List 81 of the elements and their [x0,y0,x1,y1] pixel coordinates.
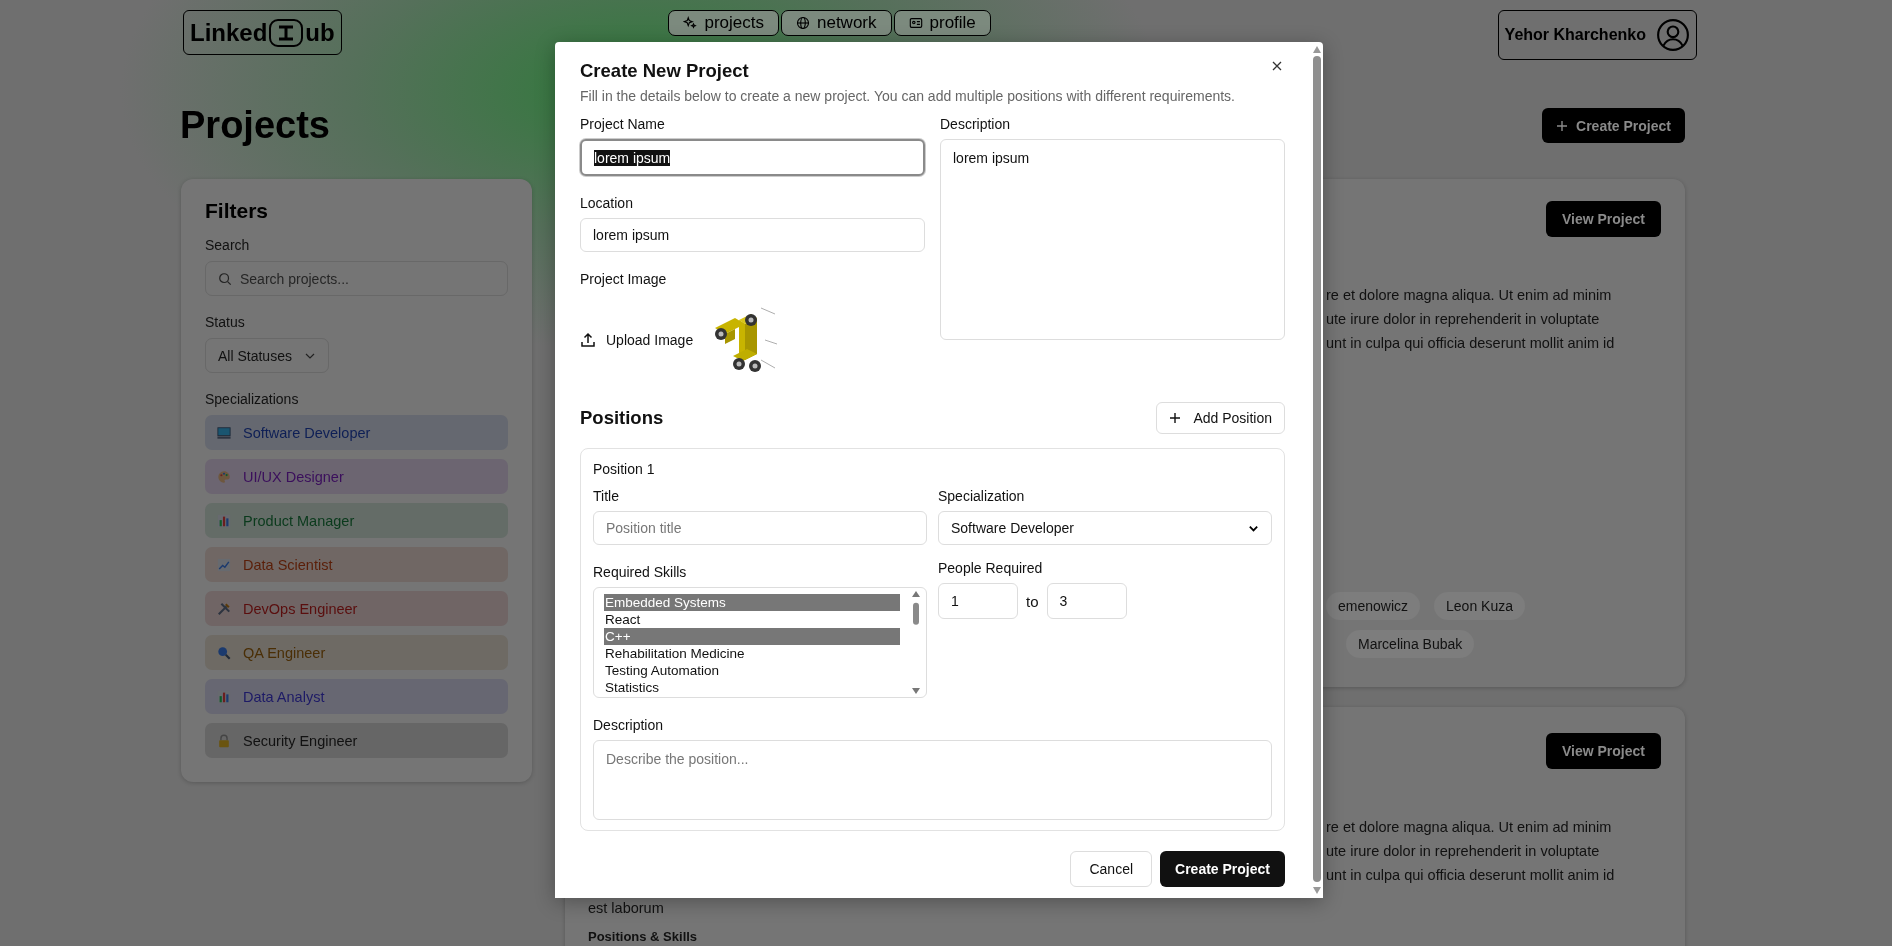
filters-title: Filters [205,199,270,223]
member-tag: emenowicz [1326,592,1421,620]
description-text: unt in culpa qui officia deserunt mollit anim id [1326,866,1616,885]
project-name-label: Project Name [580,116,666,132]
monitor-icon [217,425,231,440]
logo-text: ub [305,18,335,47]
specialization-label: Data Scientist [243,556,333,573]
title-label: Title [593,488,620,504]
dialog-title: Create New Project [580,60,749,82]
bar-chart-icon [217,513,231,528]
skills-listbox[interactable]: Embedded Systems React C++ Rehabilitation Medicine Testing Automation Statistics [593,587,927,698]
user-menu-button[interactable]: Yehor Kharchenko [1497,10,1697,60]
specialization-label: Product Manager [243,512,355,529]
project-image-label: Project Image [580,271,668,287]
nav-tab[interactable]: network [781,10,892,36]
required-skills-label: Required Skills [593,564,688,580]
create-project-button[interactable]: Create Project [1542,108,1685,143]
specialization-label: DevOps Engineer [243,600,358,617]
page-title: Projects [180,104,330,147]
specializations-label: Specializations [205,391,300,407]
palette-icon [217,469,231,484]
specialization-label: UI/UX Designer [243,468,344,485]
max-people-field[interactable]: 3 [1046,583,1127,619]
cancel-button[interactable]: Cancel [1070,851,1153,887]
location-field[interactable]: lorem ipsum [580,218,925,252]
magnifier-icon [217,645,231,660]
add-position-button[interactable]: Add Position [1156,402,1285,434]
logo-mark-icon [269,18,304,47]
nav-tab[interactable]: profile [893,10,991,36]
user-avatar-icon [1656,18,1690,52]
specialization-dropdown[interactable]: Software Developer [938,511,1272,545]
specialization-label: Security Engineer [243,732,358,749]
plus-icon [1556,119,1569,132]
description-text: est laborum [588,900,664,917]
description-text: re et dolore magna aliqua. Ut enim ad minim [1326,286,1613,305]
search-field[interactable]: Search projects... [205,261,508,296]
title-field[interactable]: Position title [593,511,927,545]
position-description-field[interactable]: Describe the position... [593,740,1272,820]
member-tag: Leon Kuza [1434,592,1525,620]
view-project-button[interactable]: View Project [1546,733,1661,769]
position-heading: Position 1 [593,461,656,477]
lock-icon [217,733,231,748]
status-dropdown[interactable]: All Statuses [205,338,329,373]
search-label: Search [205,237,251,253]
nav-tab[interactable]: projects [668,10,779,36]
member-tag: Marcelina Bubak [1346,630,1475,658]
logo[interactable]: Linked ub [183,10,342,55]
id-card-icon [908,16,923,30]
description-text: ute irure dolor in reprehenderit in voluptate [1326,310,1601,329]
people-required-label: People Required [938,560,1044,576]
positions-title: Positions [580,407,664,429]
dialog-subtitle: Fill in the details below to create a new project. You can add multiple positions with different requirements. [580,88,1236,104]
plus-icon [1169,412,1182,424]
position-description-label: Description [593,717,665,733]
section-title: Positions & Skills [588,929,698,944]
description-text: unt in culpa qui officia deserunt mollit anim id [1326,334,1616,353]
specialization-label: Specialization [938,488,1026,504]
globe-icon [796,16,810,30]
range-separator: to [1026,592,1039,610]
specialization-filter[interactable]: Security Engineer [205,723,508,758]
sparkles-icon [683,16,698,30]
upload-icon [580,332,596,348]
close-icon [1271,60,1283,72]
description-field[interactable]: lorem ipsum [940,139,1285,340]
logo-text: Linked [190,18,268,47]
specialization-label: Data Analyst [243,688,325,705]
create-project-button[interactable]: Create Project [1160,851,1285,887]
specialization-label: QA Engineer [243,644,326,661]
search-icon [218,271,232,286]
tools-icon [217,601,231,616]
description-text: re et dolore magna aliqua. Ut enim ad minim [1326,818,1613,837]
upload-image-button[interactable]: Upload Image [580,332,694,348]
min-people-field[interactable]: 1 [938,583,1018,619]
status-label: Status [205,314,246,330]
description-label: Description [940,116,1012,132]
project-name-field[interactable]: lorem ipsum [580,139,925,176]
view-project-button[interactable]: View Project [1546,201,1661,237]
location-label: Location [580,195,634,211]
description-text: ute irure dolor in reprehenderit in voluptate [1326,842,1601,861]
specialization-label: Software Developer [243,424,371,441]
line-chart-icon [217,557,231,572]
